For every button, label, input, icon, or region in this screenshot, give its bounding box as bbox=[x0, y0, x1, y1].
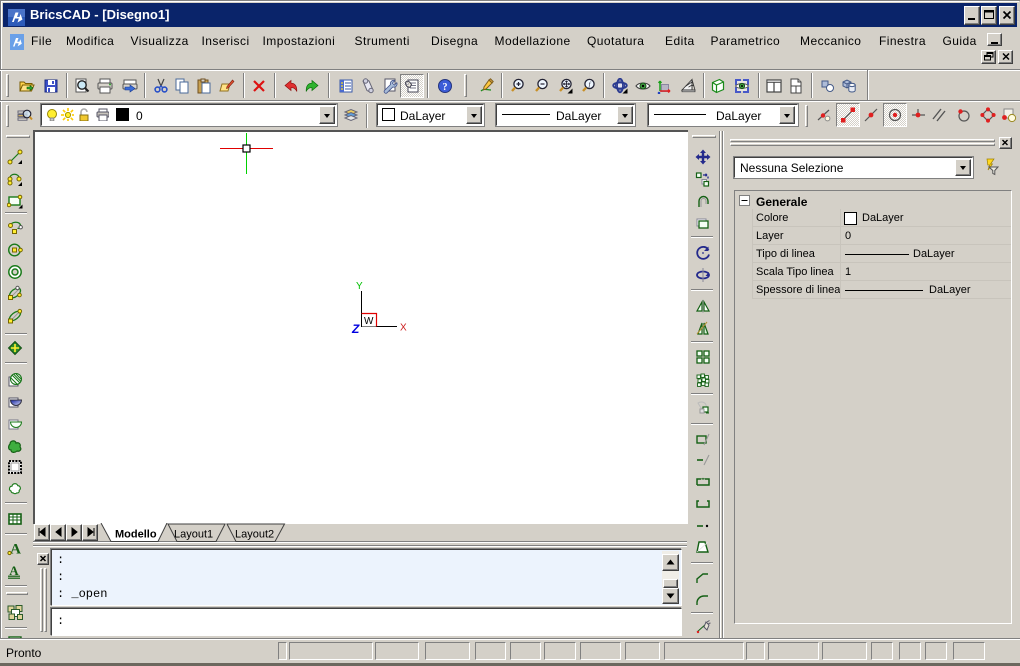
svg-text:?: ? bbox=[443, 82, 448, 93]
svg-text:Modello: Modello bbox=[115, 529, 157, 541]
svg-text:Y: Y bbox=[356, 281, 363, 292]
svg-text:X: X bbox=[400, 323, 407, 334]
svg-text:Layout1: Layout1 bbox=[174, 529, 213, 541]
svg-text:W: W bbox=[364, 316, 374, 327]
svg-text:Z: Z bbox=[351, 322, 360, 335]
svg-text:A: A bbox=[10, 541, 21, 556]
svg-text:Layout2: Layout2 bbox=[235, 529, 274, 541]
